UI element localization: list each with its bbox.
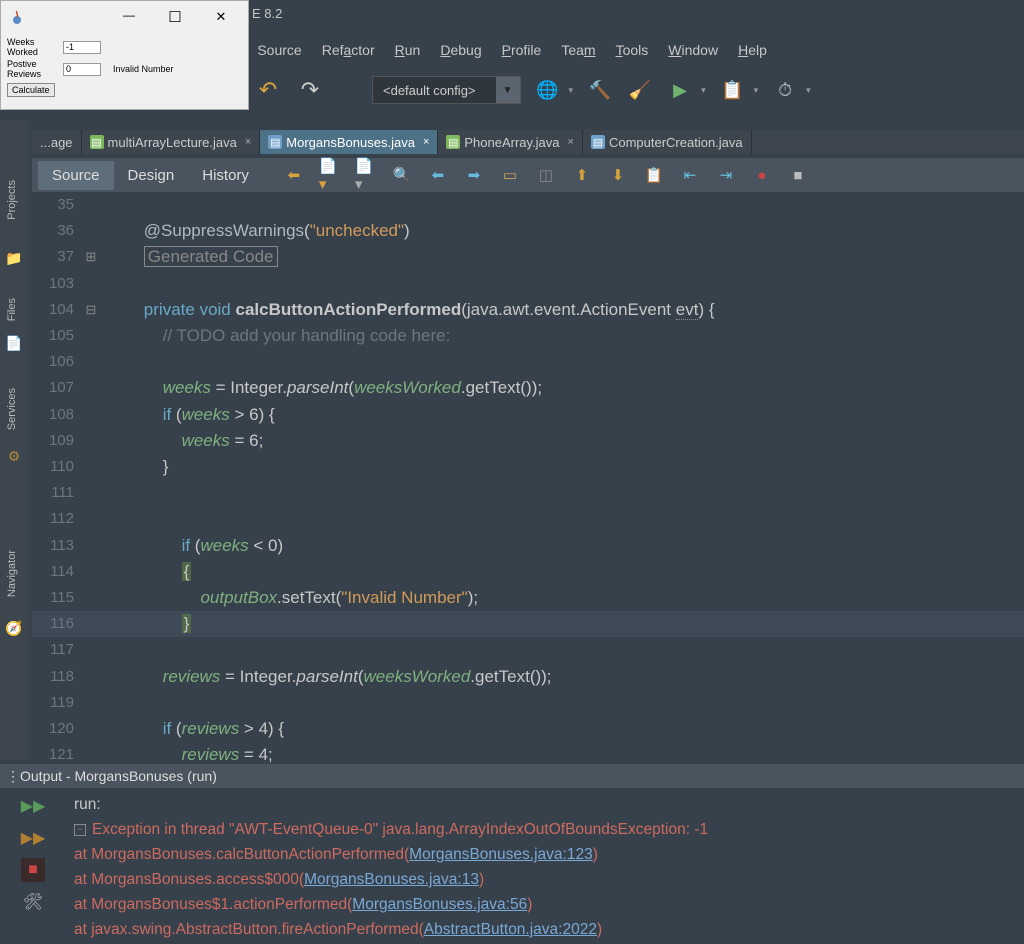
projects-icon: 📁	[4, 250, 24, 270]
copy-icon[interactable]: 📋	[643, 164, 665, 186]
menu-refactor[interactable]: Refactor	[322, 42, 375, 58]
menu-source[interactable]: SSource	[248, 42, 302, 58]
positive-reviews-input[interactable]	[63, 63, 101, 76]
debug-icon[interactable]: 📋	[720, 77, 746, 103]
shift-right-icon[interactable]: ⇥	[715, 164, 737, 186]
mark-icon[interactable]: 📄▾	[355, 164, 377, 186]
main-toolbar: ↶ ↷ <default config> ▼ 🌐▾ 🔨 🧹 ▶▾ 📋▾ ⏱▾	[254, 76, 811, 104]
menu-profile[interactable]: Profile	[502, 42, 542, 58]
mode-history[interactable]: History	[188, 161, 263, 190]
tab-morgansbonuses[interactable]: ▤MorgansBonuses.java×	[260, 130, 438, 154]
prev-icon[interactable]: ⬅	[427, 164, 449, 186]
shift-left-icon[interactable]: ⇤	[679, 164, 701, 186]
popup-maximize-button[interactable]	[152, 2, 198, 32]
build-icon[interactable]: 🔨	[587, 77, 613, 103]
tab-phonearray[interactable]: ▤PhoneArray.java×	[438, 130, 583, 154]
calculate-button[interactable]: Calculate	[7, 83, 55, 97]
clean-build-icon[interactable]: 🧹	[627, 77, 653, 103]
popup-minimize-button[interactable]	[106, 2, 152, 32]
java-file-icon: ▤	[90, 135, 104, 149]
run-icon[interactable]: ▶	[667, 77, 693, 103]
java-file-icon: ▤	[268, 135, 282, 149]
select-icon[interactable]: ◫	[535, 164, 557, 186]
globe-icon[interactable]: 🌐	[535, 77, 561, 103]
tab-computercreation[interactable]: ▤ComputerCreation.java	[583, 130, 752, 154]
weeks-worked-label: Weeks Worked	[7, 37, 59, 57]
output-message: Invalid Number	[113, 64, 174, 74]
left-toolwindow-bar: Projects 📁 Files 📄 Services ⚙ Navigator …	[0, 120, 28, 760]
tab-navigator[interactable]: Navigator	[6, 550, 18, 597]
menu-window[interactable]: Window	[668, 42, 718, 58]
java-file-icon: ▤	[446, 135, 460, 149]
navigator-icon: 🧭	[4, 620, 24, 640]
menu-debug[interactable]: Debug	[440, 42, 481, 58]
java-icon	[9, 9, 25, 25]
config-select[interactable]: <default config> ▼	[372, 76, 521, 104]
files-icon: 📄	[4, 335, 24, 355]
menu-bar: SSource Refactor Run Debug Profile Team …	[248, 42, 767, 58]
positive-reviews-label: Postive Reviews	[7, 59, 59, 79]
search-icon[interactable]: 🔍	[391, 164, 413, 186]
output-title[interactable]: ⋮ Output - MorgansBonuses (run)	[0, 764, 1024, 788]
fold-collapse-icon[interactable]: ⊟	[80, 297, 102, 323]
tab-files[interactable]: Files	[6, 298, 18, 321]
ide-title-fragment: E 8.2	[252, 6, 282, 21]
menu-tools[interactable]: Tools	[616, 42, 649, 58]
code-editor[interactable]: 35 36 @SuppressWarnings("unchecked") 37⊞…	[32, 192, 1024, 768]
output-panel: ⋮ Output - MorgansBonuses (run) ▶▶ ▶▶ ■ …	[0, 764, 1024, 944]
tab-services[interactable]: Services	[6, 388, 18, 430]
menu-team[interactable]: Team	[561, 42, 595, 58]
fold-expand-icon[interactable]: ⊞	[80, 244, 102, 270]
down-icon[interactable]: ⬇	[607, 164, 629, 186]
popup-close-button[interactable]	[198, 2, 244, 32]
menu-run[interactable]: Run	[395, 42, 421, 58]
settings-icon[interactable]: 🛠	[21, 890, 45, 914]
mode-source[interactable]: Source	[38, 161, 114, 190]
fold-collapse-icon[interactable]: −	[74, 824, 86, 836]
run-with-icon[interactable]: ▶▶	[21, 826, 45, 850]
profile-icon[interactable]: ⏱	[772, 77, 798, 103]
services-icon: ⚙	[4, 448, 24, 468]
tab-fragment[interactable]: ...age	[32, 130, 82, 154]
close-icon[interactable]: ×	[245, 136, 251, 148]
diff-icon[interactable]: ▭	[499, 164, 521, 186]
chevron-down-icon: ▼	[496, 77, 520, 103]
close-icon[interactable]: ×	[568, 136, 574, 148]
editor-mode-bar: Source Design History ⬅ 📄▾ 📄▾ 🔍 ⬅ ➡ ▭ ◫ …	[32, 158, 1024, 192]
config-selected: <default config>	[373, 83, 496, 98]
undo-button[interactable]: ↶	[254, 76, 282, 104]
popup-titlebar[interactable]	[1, 1, 248, 33]
output-console[interactable]: run: −Exception in thread "AWT-EventQueu…	[66, 788, 708, 942]
menu-help[interactable]: Help	[738, 42, 767, 58]
nav-back-icon[interactable]: ⬅	[283, 164, 305, 186]
redo-button[interactable]: ↷	[296, 76, 324, 104]
editor-tabs: ...age ▤multiArrayLecture.java× ▤Morgans…	[32, 130, 1024, 154]
next-icon[interactable]: ➡	[463, 164, 485, 186]
up-icon[interactable]: ⬆	[571, 164, 593, 186]
record-icon[interactable]: ●	[751, 164, 773, 186]
tab-multiarray[interactable]: ▤multiArrayLecture.java×	[82, 130, 261, 154]
stop-icon[interactable]: ■	[787, 164, 809, 186]
rerun-icon[interactable]: ▶▶	[21, 794, 45, 818]
java-file-icon: ▤	[591, 135, 605, 149]
weeks-worked-input[interactable]	[63, 41, 101, 54]
tab-projects[interactable]: Projects	[6, 180, 18, 220]
close-icon[interactable]: ×	[423, 136, 429, 148]
mode-design[interactable]: Design	[114, 161, 189, 190]
nav-fwd-icon[interactable]: 📄▾	[319, 164, 341, 186]
stop-icon[interactable]: ■	[21, 858, 45, 882]
java-applet-window: Weeks Worked Postive Reviews Invalid Num…	[0, 0, 249, 110]
output-side-toolbar: ▶▶ ▶▶ ■ 🛠	[0, 788, 66, 942]
